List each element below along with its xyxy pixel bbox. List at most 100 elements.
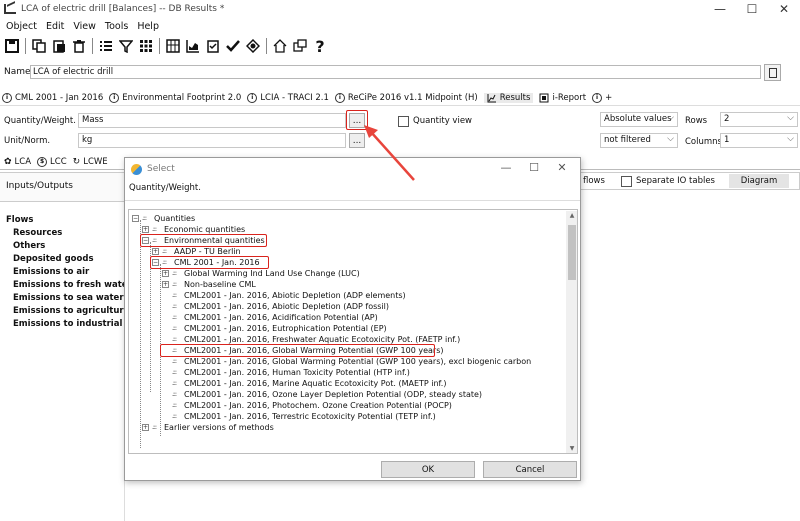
- tree-guide: [140, 220, 141, 448]
- flow-item[interactable]: Emissions to sea water: [13, 293, 124, 303]
- flow-item[interactable]: Emissions to industrial soil: [13, 319, 142, 329]
- info-icon: i: [247, 92, 258, 103]
- chart-icon: [487, 93, 497, 103]
- tree-leaf[interactable]: .::: CML2001 - Jan. 2016, Acidification P…: [172, 312, 378, 323]
- tree-leaf[interactable]: .::: CML2001 - Jan. 2016, Abiotic Depleti…: [172, 290, 406, 301]
- tree-node[interactable]: −.::: Quantities: [132, 213, 195, 224]
- flow-item[interactable]: Others: [13, 241, 45, 251]
- help-icon[interactable]: ?: [310, 36, 330, 56]
- ok-button[interactable]: OK: [381, 461, 475, 478]
- columns-select[interactable]: 1: [720, 133, 798, 148]
- table-icon[interactable]: [163, 36, 183, 56]
- toolbar: ?: [0, 35, 800, 57]
- name-input[interactable]: LCA of electric drill: [30, 65, 761, 79]
- copy-icon[interactable]: [29, 36, 49, 56]
- flow-item[interactable]: Emissions to air: [13, 267, 89, 277]
- unit-label: Unit/Norm.: [4, 136, 51, 146]
- folder-icon: .:::: [172, 280, 177, 288]
- tab-recipe-2016[interactable]: i ReCiPe 2016 v1.1 Midpoint (H): [334, 92, 478, 103]
- expand-toggle[interactable]: +: [162, 270, 169, 277]
- paste-icon[interactable]: [49, 36, 69, 56]
- flow-item[interactable]: Emissions to fresh water: [13, 280, 132, 290]
- expand-toggle[interactable]: +: [162, 281, 169, 288]
- flow-item[interactable]: Emissions to agricultural s: [13, 306, 140, 316]
- maximize-button[interactable]: ☐: [736, 0, 768, 18]
- tab-lca[interactable]: ✿ LCA: [4, 157, 31, 167]
- checklist-icon[interactable]: [203, 36, 223, 56]
- tab-lcc[interactable]: $ LCC: [37, 156, 67, 167]
- window-controls: — ☐ ✕: [704, 0, 800, 18]
- flows-title: Flows: [6, 215, 34, 225]
- tree-scrollbar[interactable]: ▲ ▼: [566, 211, 577, 453]
- menu-object[interactable]: Object: [6, 21, 37, 32]
- info-icon: i: [109, 92, 120, 103]
- window-title: LCA of electric drill [Balances] -- DB R…: [21, 4, 225, 14]
- target-icon[interactable]: [243, 36, 263, 56]
- flow-item[interactable]: Resources: [13, 228, 62, 238]
- rows-select[interactable]: 2: [720, 112, 798, 127]
- menu-help[interactable]: Help: [137, 21, 159, 32]
- tab-results[interactable]: Results: [483, 92, 534, 103]
- tree-leaf[interactable]: .::: CML2001 - Jan. 2016, Photochem. Ozon…: [172, 400, 452, 411]
- filter-select[interactable]: not filtered: [600, 133, 678, 148]
- expand-toggle[interactable]: +: [152, 248, 159, 255]
- toolbar-separator: [159, 38, 160, 54]
- separate-io-label: Separate IO tables: [635, 176, 715, 186]
- unit-browse-button[interactable]: ...: [349, 133, 365, 148]
- tree-leaf[interactable]: .::: CML2001 - Jan. 2016, Marine Aquatic …: [172, 378, 446, 389]
- tree-node[interactable]: +.::: Non-baseline CML: [162, 279, 256, 290]
- diagram-button[interactable]: Diagram: [729, 174, 789, 188]
- dialog-minimize-button[interactable]: —: [492, 161, 520, 174]
- menu-view[interactable]: View: [73, 21, 96, 32]
- flow-item[interactable]: Deposited goods: [13, 254, 94, 264]
- filter-icon[interactable]: [116, 36, 136, 56]
- quantity-field[interactable]: Mass: [78, 113, 346, 128]
- menu-edit[interactable]: Edit: [46, 21, 64, 32]
- tab-add[interactable]: i +: [592, 92, 612, 103]
- expand-toggle[interactable]: +: [142, 424, 149, 431]
- tree-leaf[interactable]: .::: CML2001 - Jan. 2016, Global Warming …: [172, 356, 531, 367]
- tab-environmental-footprint[interactable]: i Environmental Footprint 2.0: [109, 92, 241, 103]
- scroll-thumb[interactable]: [568, 225, 576, 280]
- tree-node[interactable]: +.::: Global Warming Ind Land Use Change …: [162, 268, 360, 279]
- folder-icon: .:::: [152, 225, 157, 233]
- quantity-icon: .:::: [172, 324, 177, 332]
- chart-icon[interactable]: [183, 36, 203, 56]
- dialog-close-button[interactable]: ✕: [548, 161, 576, 174]
- grid-icon[interactable]: [136, 36, 156, 56]
- absolute-values-select[interactable]: Absolute values: [600, 112, 678, 127]
- tree-leaf[interactable]: .::: CML2001 - Jan. 2016, Eutrophication …: [172, 323, 387, 334]
- tab-lcia-traci[interactable]: i LCIA - TRACI 2.1: [247, 92, 329, 103]
- home-icon[interactable]: [270, 36, 290, 56]
- document-button[interactable]: [764, 64, 781, 81]
- quantity-view-checkbox[interactable]: [398, 116, 409, 127]
- expand-toggle[interactable]: +: [142, 226, 149, 233]
- collapse-toggle[interactable]: −: [132, 215, 139, 222]
- flows-panel: Flows Resources Others Deposited goods E…: [0, 212, 142, 521]
- scroll-up-icon[interactable]: ▲: [566, 211, 577, 221]
- rows-label: Rows: [685, 116, 708, 126]
- list-icon[interactable]: [96, 36, 116, 56]
- tab-cml-2001[interactable]: i CML 2001 - Jan 2016: [2, 92, 103, 103]
- tree-leaf[interactable]: .::: CML2001 - Jan. 2016, Ozone Layer Dep…: [172, 389, 482, 400]
- cancel-button[interactable]: Cancel: [483, 461, 577, 478]
- tree-leaf[interactable]: .::: CML2001 - Jan. 2016, Human Toxicity …: [172, 367, 410, 378]
- windows-icon[interactable]: [290, 36, 310, 56]
- tab-i-report[interactable]: i-Report: [539, 93, 586, 103]
- menu-tools[interactable]: Tools: [105, 21, 128, 32]
- scroll-down-icon[interactable]: ▼: [566, 444, 577, 453]
- quantity-tree: −.::: Quantities +.::: Economic quantities…: [128, 209, 578, 454]
- close-button[interactable]: ✕: [768, 0, 800, 18]
- unit-field[interactable]: kg: [78, 133, 346, 148]
- tree-node[interactable]: +.::: Earlier versions of methods: [142, 422, 274, 433]
- tree-leaf[interactable]: .::: CML2001 - Jan. 2016, Terrestric Ecot…: [172, 411, 436, 422]
- dialog-maximize-button[interactable]: ☐: [520, 161, 548, 174]
- check-icon[interactable]: [223, 36, 243, 56]
- folder-icon: .:::: [162, 247, 167, 255]
- tab-lcwe[interactable]: ↻ LCWE: [73, 157, 108, 167]
- separate-io-checkbox[interactable]: [620, 175, 632, 187]
- minimize-button[interactable]: —: [704, 0, 736, 18]
- save-icon[interactable]: [2, 36, 22, 56]
- tree-leaf[interactable]: .::: CML2001 - Jan. 2016, Abiotic Depleti…: [172, 301, 389, 312]
- delete-icon[interactable]: [69, 36, 89, 56]
